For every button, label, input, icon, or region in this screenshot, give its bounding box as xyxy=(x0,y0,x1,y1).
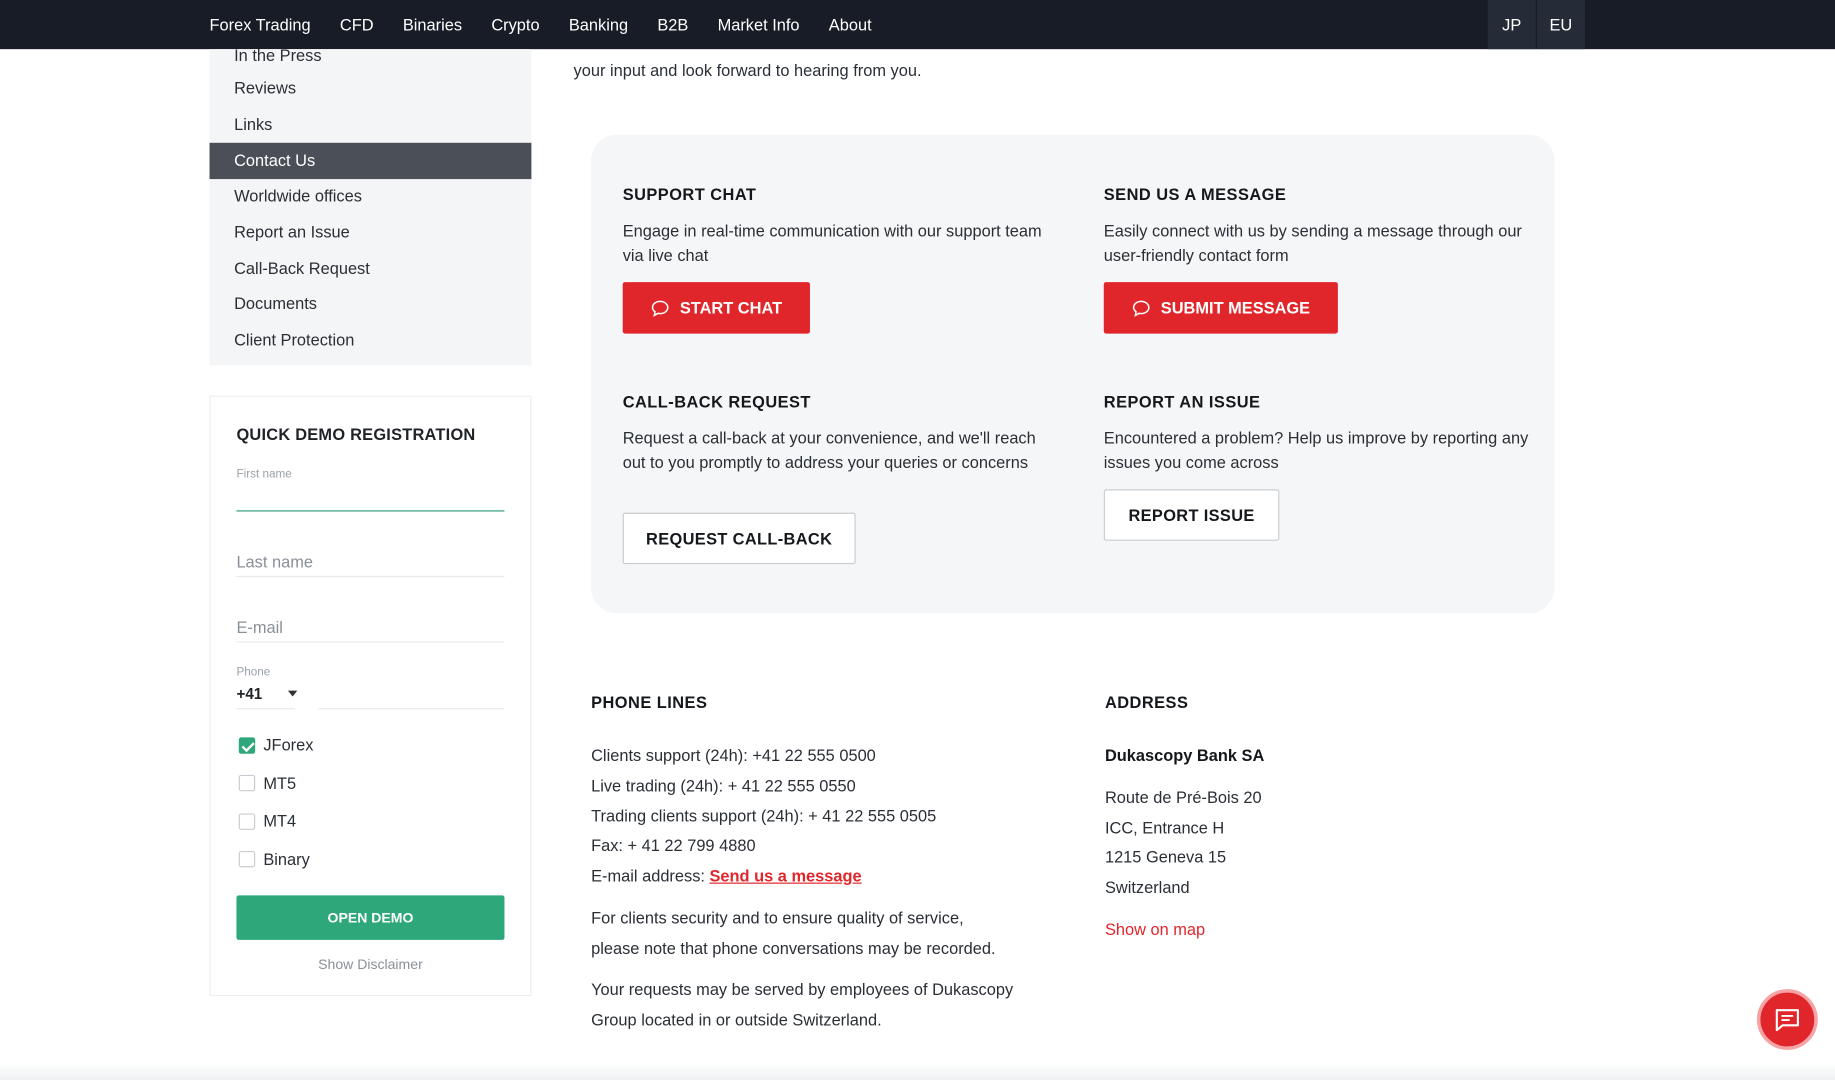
report-issue-title: REPORT AN ISSUE xyxy=(1103,392,1261,411)
submit-message-button[interactable]: SUBMIT MESSAGE xyxy=(1103,282,1338,334)
sidebar-navigation: In the Press Reviews Links Contact Us Wo… xyxy=(209,46,532,366)
jforex-checkbox[interactable] xyxy=(238,737,256,754)
phone-number-underline xyxy=(318,708,505,710)
sidebar-item-in-the-press[interactable]: In the Press xyxy=(210,37,532,73)
region-eu-button[interactable]: EU xyxy=(1536,0,1585,50)
chat-bubble-icon xyxy=(651,300,669,317)
recording-notice-line-2: please note that phone conversations may… xyxy=(591,938,996,958)
phone-line-trading-clients-support: Trading clients support (24h): + 41 22 5… xyxy=(591,806,937,826)
served-by-notice-line-2: Group located in or outside Switzerland. xyxy=(591,1010,882,1029)
binary-checkbox[interactable] xyxy=(238,850,256,868)
address-line-city: 1215 Geneva 15 xyxy=(1104,847,1227,867)
binary-label: Binary xyxy=(263,849,310,869)
recording-notice-line-1: For clients security and to ensure quali… xyxy=(591,908,964,928)
phone-line-live-trading: Live trading (24h): + 41 22 555 0550 xyxy=(591,776,856,795)
phone-label: Phone xyxy=(236,666,271,679)
sidebar-item-call-back-request[interactable]: Call-Back Request xyxy=(210,250,532,286)
nav-item-about[interactable]: About xyxy=(829,15,872,34)
footer-edge xyxy=(0,1062,1835,1080)
start-chat-button[interactable]: START CHAT xyxy=(622,282,810,334)
email-address-label: E-mail address: xyxy=(591,866,705,885)
address-line-building: ICC, Entrance H xyxy=(1104,818,1225,837)
sidebar-item-report-an-issue[interactable]: Report an Issue xyxy=(210,214,532,250)
sidebar-item-links[interactable]: Links xyxy=(210,107,532,143)
report-issue-text: Encountered a problem? Help us improve b… xyxy=(1103,428,1529,472)
nav-item-binaries[interactable]: Binaries xyxy=(403,15,462,34)
phone-line-clients-support: Clients support (24h): +41 22 555 0500 xyxy=(591,745,876,765)
request-call-back-button[interactable]: REQUEST CALL-BACK xyxy=(622,512,856,565)
sidebar-item-client-protection[interactable]: Client Protection xyxy=(210,322,532,358)
live-chat-button[interactable] xyxy=(1756,989,1818,1050)
mt4-label: MT4 xyxy=(263,811,297,830)
nav-item-market-info[interactable]: Market Info xyxy=(718,15,800,34)
email-underline xyxy=(236,641,505,643)
address-title: ADDRESS xyxy=(1104,692,1189,712)
sidebar-item-documents[interactable]: Documents xyxy=(210,286,532,322)
address-line-country: Switzerland xyxy=(1104,877,1190,897)
sidebar-item-contact-us[interactable]: Contact Us xyxy=(209,142,532,180)
demo-form-title: QUICK DEMO REGISTRATION xyxy=(236,424,476,444)
chevron-down-icon[interactable] xyxy=(287,690,298,697)
support-chat-title: SUPPORT CHAT xyxy=(622,184,757,204)
jforex-label: JForex xyxy=(263,735,314,754)
show-disclaimer-link[interactable]: Show Disclaimer xyxy=(211,956,531,972)
phone-lines-title: PHONE LINES xyxy=(591,692,708,712)
phone-country-code-select[interactable]: +41 xyxy=(236,685,262,703)
report-issue-button[interactable]: REPORT ISSUE xyxy=(1103,489,1280,541)
mt5-label: MT5 xyxy=(263,773,297,793)
email-address-row: E-mail address: Send us a message xyxy=(591,866,862,885)
send-message-title: SEND US A MESSAGE xyxy=(1103,184,1287,204)
phone-line-fax: Fax: + 41 22 799 4880 xyxy=(591,835,756,855)
send-us-a-message-link[interactable]: Send us a message xyxy=(710,866,862,885)
show-on-map-link[interactable]: Show on map xyxy=(1105,920,1205,939)
last-name-field[interactable]: Last name xyxy=(236,552,313,571)
support-chat-text: Engage in real-time communication with o… xyxy=(622,221,1042,264)
start-chat-label: START CHAT xyxy=(679,298,783,318)
open-demo-button[interactable]: OPEN DEMO xyxy=(236,895,505,940)
call-back-title: CALL-BACK REQUEST xyxy=(622,392,811,411)
served-by-notice-line-1: Your requests may be served by employees… xyxy=(591,979,1014,999)
call-back-text: Request a call-back at your convenience,… xyxy=(622,428,1036,472)
address-line-street: Route de Pré-Bois 20 xyxy=(1104,787,1262,807)
last-name-underline xyxy=(236,575,505,578)
first-name-field[interactable] xyxy=(236,481,504,509)
nav-item-banking[interactable]: Banking xyxy=(569,15,628,34)
chat-icon xyxy=(1775,1009,1799,1032)
contact-options-card: SUPPORT CHAT Engage in real-time communi… xyxy=(591,134,1555,614)
intro-text: your input and look forward to hearing f… xyxy=(573,60,922,80)
nav-item-cfd[interactable]: CFD xyxy=(340,15,374,34)
phone-code-underline xyxy=(236,708,295,710)
first-name-underline xyxy=(236,510,505,512)
nav-item-crypto[interactable]: Crypto xyxy=(491,15,539,34)
nav-item-forex-trading[interactable]: Forex Trading xyxy=(210,15,311,34)
region-jp-button[interactable]: JP xyxy=(1487,0,1536,50)
send-message-text: Easily connect with us by sending a mess… xyxy=(1103,221,1522,264)
mt4-checkbox[interactable] xyxy=(238,813,256,830)
chat-bubble-icon xyxy=(1132,300,1150,317)
first-name-label: First name xyxy=(236,468,292,482)
phone-number-field[interactable] xyxy=(318,682,504,708)
submit-message-label: SUBMIT MESSAGE xyxy=(1160,298,1311,318)
region-switcher: JP EU xyxy=(1487,0,1585,50)
email-field[interactable]: E-mail xyxy=(236,618,282,637)
sidebar-item-reviews[interactable]: Reviews xyxy=(210,70,532,106)
mt5-checkbox[interactable] xyxy=(238,774,256,792)
company-name: Dukascopy Bank SA xyxy=(1104,745,1265,765)
sidebar-item-worldwide-offices[interactable]: Worldwide offices xyxy=(210,178,532,214)
nav-item-b2b[interactable]: B2B xyxy=(657,15,688,34)
quick-demo-registration-form: QUICK DEMO REGISTRATION First name Last … xyxy=(209,395,532,997)
